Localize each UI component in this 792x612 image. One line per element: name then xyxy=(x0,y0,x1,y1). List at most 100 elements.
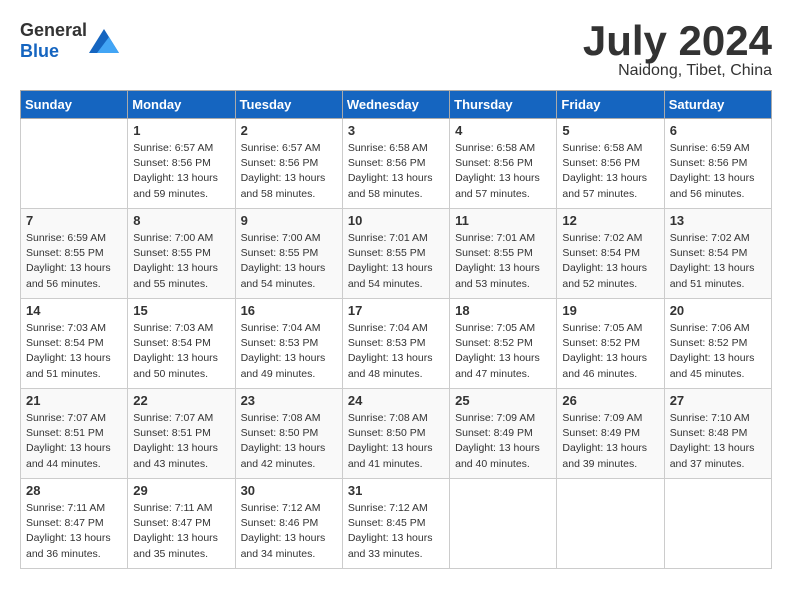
cell-info: Sunrise: 7:04 AMSunset: 8:53 PMDaylight:… xyxy=(241,321,337,382)
day-number: 17 xyxy=(348,303,444,318)
day-number: 15 xyxy=(133,303,229,318)
day-number: 20 xyxy=(670,303,766,318)
calendar-cell: 19 Sunrise: 7:05 AMSunset: 8:52 PMDayligh… xyxy=(557,299,664,389)
header-tuesday: Tuesday xyxy=(235,91,342,119)
header-wednesday: Wednesday xyxy=(342,91,449,119)
day-number: 21 xyxy=(26,393,122,408)
cell-info: Sunrise: 7:01 AMSunset: 8:55 PMDaylight:… xyxy=(348,231,444,292)
calendar-cell: 18 Sunrise: 7:05 AMSunset: 8:52 PMDayligh… xyxy=(450,299,557,389)
day-number: 31 xyxy=(348,483,444,498)
calendar-cell: 23 Sunrise: 7:08 AMSunset: 8:50 PMDayligh… xyxy=(235,389,342,479)
day-number: 1 xyxy=(133,123,229,138)
calendar-cell xyxy=(664,479,771,569)
calendar-cell: 15Sunrise: 7:03 AMSunset: 8:54 PMDayligh… xyxy=(128,299,235,389)
calendar-cell: 25Sunrise: 7:09 AMSunset: 8:49 PMDayligh… xyxy=(450,389,557,479)
calendar-cell: 20 Sunrise: 7:06 AMSunset: 8:52 PMDayligh… xyxy=(664,299,771,389)
cell-info: Sunrise: 6:58 AMSunset: 8:56 PMDaylight:… xyxy=(562,141,658,202)
cell-info: Sunrise: 7:12 AMSunset: 8:45 PMDaylight:… xyxy=(348,501,444,562)
day-number: 6 xyxy=(670,123,766,138)
cell-info: Sunrise: 7:02 AMSunset: 8:54 PMDaylight:… xyxy=(562,231,658,292)
cell-info: Sunrise: 6:59 AMSunset: 8:56 PMDaylight:… xyxy=(670,141,766,202)
calendar-cell: 2 Sunrise: 6:57 AMSunset: 8:56 PMDaylight… xyxy=(235,119,342,209)
day-number: 19 xyxy=(562,303,658,318)
day-number: 27 xyxy=(670,393,766,408)
day-number: 2 xyxy=(241,123,337,138)
cell-info: Sunrise: 6:58 AMSunset: 8:56 PMDaylight:… xyxy=(348,141,444,202)
calendar-cell xyxy=(21,119,128,209)
calendar-cell: 5 Sunrise: 6:58 AMSunset: 8:56 PMDaylight… xyxy=(557,119,664,209)
cell-info: Sunrise: 7:05 AMSunset: 8:52 PMDaylight:… xyxy=(455,321,551,382)
cell-info: Sunrise: 7:08 AMSunset: 8:50 PMDaylight:… xyxy=(241,411,337,472)
cell-info: Sunrise: 7:05 AMSunset: 8:52 PMDaylight:… xyxy=(562,321,658,382)
cell-info: Sunrise: 7:06 AMSunset: 8:52 PMDaylight:… xyxy=(670,321,766,382)
calendar-cell xyxy=(557,479,664,569)
calendar-cell: 14 Sunrise: 7:03 AMSunset: 8:54 PMDayligh… xyxy=(21,299,128,389)
location: Naidong, Tibet, China xyxy=(583,62,772,80)
calendar-cell: 10 Sunrise: 7:01 AMSunset: 8:55 PMDayligh… xyxy=(342,209,449,299)
calendar-cell: 26 Sunrise: 7:09 AMSunset: 8:49 PMDayligh… xyxy=(557,389,664,479)
calendar-cell: 16Sunrise: 7:04 AMSunset: 8:53 PMDayligh… xyxy=(235,299,342,389)
calendar-cell: 13Sunrise: 7:02 AMSunset: 8:54 PMDayligh… xyxy=(664,209,771,299)
cell-info: Sunrise: 7:08 AMSunset: 8:50 PMDaylight:… xyxy=(348,411,444,472)
cell-info: Sunrise: 7:04 AMSunset: 8:53 PMDaylight:… xyxy=(348,321,444,382)
calendar-cell: 8Sunrise: 7:00 AMSunset: 8:55 PMDaylight… xyxy=(128,209,235,299)
logo-blue: Blue xyxy=(20,41,59,61)
calendar-cell: 24 Sunrise: 7:08 AMSunset: 8:50 PMDayligh… xyxy=(342,389,449,479)
calendar-cell: 11 Sunrise: 7:01 AMSunset: 8:55 PMDayligh… xyxy=(450,209,557,299)
calendar-header-row: SundayMondayTuesdayWednesdayThursdayFrid… xyxy=(21,91,772,119)
month-title: July 2024 xyxy=(583,20,772,62)
calendar-cell: 29 Sunrise: 7:11 AMSunset: 8:47 PMDayligh… xyxy=(128,479,235,569)
day-number: 18 xyxy=(455,303,551,318)
logo-general: General xyxy=(20,20,87,40)
day-number: 11 xyxy=(455,213,551,228)
cell-info: Sunrise: 7:11 AMSunset: 8:47 PMDaylight:… xyxy=(133,501,229,562)
day-number: 29 xyxy=(133,483,229,498)
cell-info: Sunrise: 7:07 AMSunset: 8:51 PMDaylight:… xyxy=(26,411,122,472)
calendar-cell: 17 Sunrise: 7:04 AMSunset: 8:53 PMDayligh… xyxy=(342,299,449,389)
day-number: 28 xyxy=(26,483,122,498)
day-number: 3 xyxy=(348,123,444,138)
calendar-cell: 12Sunrise: 7:02 AMSunset: 8:54 PMDayligh… xyxy=(557,209,664,299)
header-thursday: Thursday xyxy=(450,91,557,119)
day-number: 26 xyxy=(562,393,658,408)
cell-info: Sunrise: 7:01 AMSunset: 8:55 PMDaylight:… xyxy=(455,231,551,292)
cell-info: Sunrise: 6:57 AMSunset: 8:56 PMDaylight:… xyxy=(133,141,229,202)
calendar-cell xyxy=(450,479,557,569)
calendar-cell: 21 Sunrise: 7:07 AMSunset: 8:51 PMDayligh… xyxy=(21,389,128,479)
logo: General Blue xyxy=(20,20,119,62)
cell-info: Sunrise: 7:09 AMSunset: 8:49 PMDaylight:… xyxy=(562,411,658,472)
calendar-cell: 30Sunrise: 7:12 AMSunset: 8:46 PMDayligh… xyxy=(235,479,342,569)
week-row-3: 14 Sunrise: 7:03 AMSunset: 8:54 PMDayligh… xyxy=(21,299,772,389)
calendar-cell: 7 Sunrise: 6:59 AMSunset: 8:55 PMDaylight… xyxy=(21,209,128,299)
cell-info: Sunrise: 6:57 AMSunset: 8:56 PMDaylight:… xyxy=(241,141,337,202)
calendar-cell: 1 Sunrise: 6:57 AMSunset: 8:56 PMDaylight… xyxy=(128,119,235,209)
week-row-2: 7 Sunrise: 6:59 AMSunset: 8:55 PMDaylight… xyxy=(21,209,772,299)
day-number: 7 xyxy=(26,213,122,228)
calendar-table: SundayMondayTuesdayWednesdayThursdayFrid… xyxy=(20,90,772,569)
page-header: General Blue July 2024 Naidong, Tibet, C… xyxy=(20,20,772,80)
cell-info: Sunrise: 7:03 AMSunset: 8:54 PMDaylight:… xyxy=(26,321,122,382)
calendar-cell: 31 Sunrise: 7:12 AMSunset: 8:45 PMDayligh… xyxy=(342,479,449,569)
header-monday: Monday xyxy=(128,91,235,119)
day-number: 30 xyxy=(241,483,337,498)
day-number: 24 xyxy=(348,393,444,408)
cell-info: Sunrise: 6:59 AMSunset: 8:55 PMDaylight:… xyxy=(26,231,122,292)
week-row-5: 28 Sunrise: 7:11 AMSunset: 8:47 PMDayligh… xyxy=(21,479,772,569)
day-number: 10 xyxy=(348,213,444,228)
logo-text: General Blue xyxy=(20,20,87,62)
calendar-cell: 3 Sunrise: 6:58 AMSunset: 8:56 PMDaylight… xyxy=(342,119,449,209)
title-block: July 2024 Naidong, Tibet, China xyxy=(583,20,772,80)
logo-icon xyxy=(89,29,119,53)
header-saturday: Saturday xyxy=(664,91,771,119)
day-number: 4 xyxy=(455,123,551,138)
day-number: 23 xyxy=(241,393,337,408)
calendar-cell: 4Sunrise: 6:58 AMSunset: 8:56 PMDaylight… xyxy=(450,119,557,209)
week-row-1: 1 Sunrise: 6:57 AMSunset: 8:56 PMDaylight… xyxy=(21,119,772,209)
calendar-cell: 6 Sunrise: 6:59 AMSunset: 8:56 PMDaylight… xyxy=(664,119,771,209)
day-number: 14 xyxy=(26,303,122,318)
day-number: 9 xyxy=(241,213,337,228)
day-number: 8 xyxy=(133,213,229,228)
day-number: 5 xyxy=(562,123,658,138)
day-number: 22 xyxy=(133,393,229,408)
day-number: 25 xyxy=(455,393,551,408)
